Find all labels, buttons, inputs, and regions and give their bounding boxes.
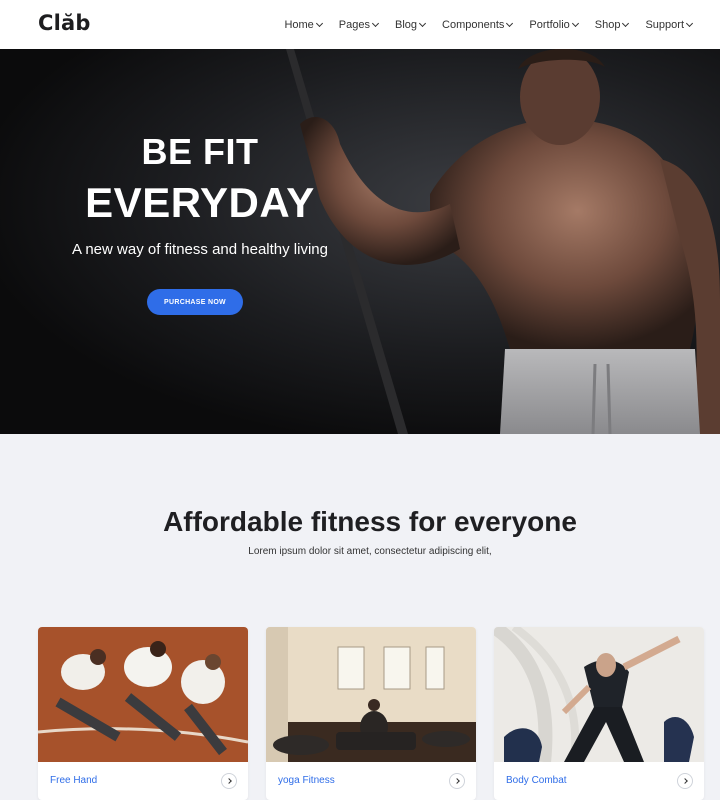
chevron-right-icon[interactable]	[449, 773, 465, 789]
nav-item-shop[interactable]: Shop	[594, 18, 630, 31]
nav-label: Support	[645, 18, 684, 31]
chevron-right-icon[interactable]	[677, 773, 693, 789]
nav-label: Blog	[395, 18, 418, 31]
class-card-free-hand[interactable]: Free Hand	[38, 627, 248, 800]
class-card-body-combat[interactable]: Body Combat	[494, 627, 704, 800]
section-subtitle: Lorem ipsum dolor sit amet, consectetur …	[248, 546, 492, 557]
logo[interactable]: Clăb	[38, 11, 91, 35]
body-combat-photo	[494, 627, 704, 762]
free-hand-photo	[38, 627, 248, 762]
chevron-down-icon	[371, 19, 380, 28]
yoga-fitness-photo	[266, 627, 476, 762]
nav-label: Home	[284, 18, 314, 31]
chevron-down-icon	[506, 19, 514, 28]
hero-title-line1: BE FIT	[141, 131, 259, 172]
chevron-down-icon	[571, 19, 579, 28]
nav-item-pages[interactable]: Pages	[338, 18, 380, 31]
chevron-down-icon	[315, 19, 323, 28]
chevron-right-icon[interactable]	[221, 773, 237, 789]
site-header: Clăb Home Pages Blog Components Portfoli…	[0, 0, 720, 49]
card-label[interactable]: Free Hand	[50, 775, 97, 786]
nav-item-blog[interactable]: Blog	[395, 18, 427, 31]
card-label[interactable]: yoga Fitness	[278, 775, 335, 786]
chevron-down-icon	[418, 19, 427, 28]
nav-item-portfolio[interactable]: Portfolio	[529, 18, 579, 31]
nav-item-home[interactable]: Home	[284, 18, 323, 31]
main-nav: Home Pages Blog Components Portfolio Sho…	[267, 0, 694, 49]
nav-item-components[interactable]: Components	[442, 18, 514, 31]
nav-item-support[interactable]: Support	[645, 18, 694, 31]
chevron-down-icon	[622, 19, 630, 28]
nav-label: Pages	[338, 18, 370, 31]
hero-title-line2: EVERYDAY	[85, 179, 315, 226]
section-title: Affordable fitness for everyone	[163, 506, 577, 537]
purchase-now-button[interactable]: PURCHASE NOW	[147, 289, 243, 315]
class-card-yoga-fitness[interactable]: yoga Fitness	[266, 627, 476, 800]
hero-banner: BE FIT EVERYDAY A new way of fitness and…	[0, 49, 720, 434]
nav-label: Portfolio	[529, 18, 570, 31]
nav-label: Shop	[594, 18, 621, 31]
chevron-down-icon	[685, 19, 694, 28]
card-label[interactable]: Body Combat	[506, 775, 567, 786]
nav-label: Components	[442, 18, 505, 31]
hero-subtitle: A new way of fitness and healthy living	[72, 241, 328, 258]
